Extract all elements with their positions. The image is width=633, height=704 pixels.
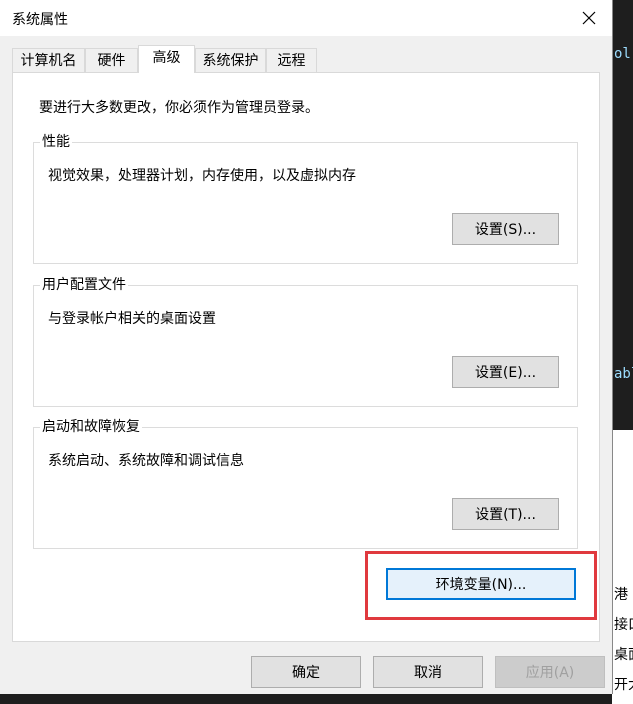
admin-note: 要进行大多数更改，你必须作为管理员登录。	[39, 100, 319, 116]
background-text: 接口	[614, 617, 633, 633]
performance-group-title: 性能	[40, 133, 72, 151]
background-text: 港	[614, 587, 628, 603]
startup-recovery-group-title: 启动和故障恢复	[40, 418, 142, 436]
ok-button[interactable]: 确定	[251, 656, 361, 688]
performance-description: 视觉效果，处理器计划，内存使用，以及虚拟内存	[48, 168, 356, 184]
background-text: 开大	[614, 677, 633, 693]
user-profiles-settings-button[interactable]: 设置(E)...	[452, 356, 559, 388]
system-properties-dialog: 系统属性 计算机名 硬件 高级 系统保护 远程 要进行大多数更改，你必须作为管理…	[0, 0, 612, 694]
startup-recovery-settings-button[interactable]: 设置(T)...	[452, 498, 559, 530]
background-window-edge: ol abl 港 接口 桌面 开大	[612, 0, 633, 704]
performance-settings-button[interactable]: 设置(S)...	[452, 213, 559, 245]
background-code-fragment: abl	[614, 366, 633, 382]
user-profiles-group: 用户配置文件 与登录帐户相关的桌面设置 设置(E)...	[33, 276, 578, 407]
window-title: 系统属性	[12, 12, 68, 28]
tab-advanced[interactable]: 高级	[138, 45, 195, 73]
tab-computer-name[interactable]: 计算机名	[12, 48, 85, 72]
performance-group: 性能 视觉效果，处理器计划，内存使用，以及虚拟内存 设置(S)...	[33, 133, 578, 264]
cancel-button[interactable]: 取消	[373, 656, 483, 688]
title-bar: 系统属性	[0, 0, 612, 36]
tab-hardware[interactable]: 硬件	[85, 48, 138, 72]
user-profiles-description: 与登录帐户相关的桌面设置	[48, 311, 216, 327]
tab-remote[interactable]: 远程	[266, 48, 317, 72]
advanced-tab-panel: 要进行大多数更改，你必须作为管理员登录。 性能 视觉效果，处理器计划，内存使用，…	[12, 72, 600, 642]
user-profiles-group-title: 用户配置文件	[40, 276, 128, 294]
highlight-annotation	[365, 551, 597, 620]
startup-recovery-description: 系统启动、系统故障和调试信息	[48, 453, 244, 469]
background-code-fragment: ol	[614, 46, 631, 62]
apply-button[interactable]: 应用(A)	[495, 656, 605, 688]
tab-system-protection[interactable]: 系统保护	[195, 48, 266, 72]
background-text: 桌面	[614, 647, 633, 663]
close-button[interactable]	[566, 0, 612, 36]
background-taskbar-edge	[0, 694, 612, 704]
startup-recovery-group: 启动和故障恢复 系统启动、系统故障和调试信息 设置(T)...	[33, 418, 578, 549]
close-icon	[582, 11, 596, 25]
background-panel: 港 接口 桌面 开大	[612, 430, 633, 704]
